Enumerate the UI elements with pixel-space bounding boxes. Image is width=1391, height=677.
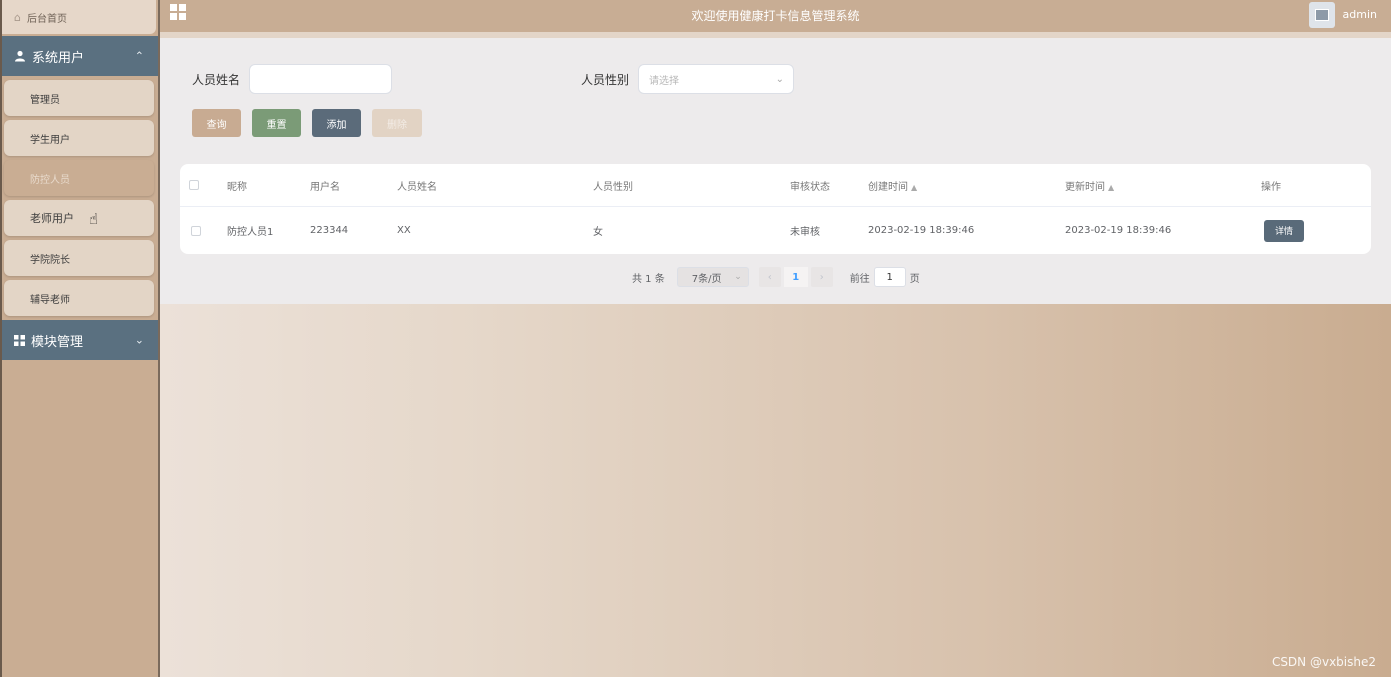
hand-cursor-icon: ☝ [89, 210, 99, 228]
sidebar-item-label: 学院院长 [30, 254, 70, 266]
goto-input[interactable]: 1 [873, 267, 906, 287]
name-label: 人员姓名 [192, 72, 241, 87]
next-page-button[interactable]: › [810, 267, 833, 287]
username[interactable]: admin [1343, 8, 1377, 21]
page-size-select[interactable]: 7条/页 ⌄ [676, 267, 749, 287]
page-size-value: 7条/页 [691, 273, 722, 285]
home-icon: ⌂ [14, 10, 21, 24]
table-row: 防控人员1 223344 XX 女 未审核 2023-02-19 18:39:4… [180, 207, 1371, 254]
gender-label: 人员性别 [581, 72, 630, 87]
pagination: 共 1 条 7条/页 ⌄ ‹ 1 › 前往 1 页 [632, 267, 920, 287]
sidebar-item-label: 管理员 [30, 94, 60, 106]
sidebar-home-label: 后台首页 [26, 13, 67, 25]
add-button[interactable]: 添加 [312, 109, 361, 137]
column-header: 昵称 [227, 181, 247, 193]
sidebar-item-counselors[interactable]: 辅导老师 [4, 280, 154, 316]
sidebar-item-label: 学生用户 [30, 134, 70, 146]
column-header: 操作 [1261, 181, 1281, 193]
sidebar-item-students[interactable]: 学生用户 [4, 120, 154, 156]
sidebar: ⌂ 后台首页 系统用户 ⌃ 管理员 学生用户 防控人员 老师用户 学院院长 辅导… [0, 0, 160, 677]
column-header-sortable[interactable]: 创建时间 ▲︎ [868, 178, 917, 193]
sidebar-item-label: 防控人员 [30, 174, 70, 186]
chevron-down-icon: ⌄ [734, 272, 742, 282]
reset-button[interactable]: 重置 [252, 109, 301, 137]
page-number[interactable]: 1 [783, 267, 808, 287]
image-icon [1315, 9, 1329, 21]
cell-name: XX [397, 225, 411, 236]
sidebar-submenu: 管理员 学生用户 防控人员 老师用户 学院院长 辅导老师 [2, 76, 158, 316]
cell-created: 2023-02-19 18:39:46 [868, 225, 975, 236]
row-checkbox[interactable] [191, 225, 201, 236]
chevron-up-icon: ⌃ [134, 49, 144, 63]
select-all-checkbox[interactable] [189, 180, 199, 190]
search-name-row: 人员姓名 [192, 64, 393, 94]
search-gender-row: 人员性别 请选择 ⌄ [581, 64, 795, 94]
sidebar-item-prevention-staff[interactable]: 防控人员 [4, 160, 154, 196]
cell-status: 未审核 [790, 227, 820, 238]
user-icon [15, 50, 25, 62]
table-header: 昵称 用户名 人员姓名 人员性别 审核状态 创建时间 ▲︎ 更新时间 ▲︎ 操作 [180, 164, 1371, 207]
page-unit: 页 [909, 273, 920, 285]
name-input[interactable] [249, 64, 393, 94]
delete-button[interactable]: 删除 [372, 109, 422, 137]
cell-nickname: 防控人员1 [227, 227, 274, 238]
column-header-label: 创建时间 [868, 181, 908, 193]
page-title: 欢迎使用健康打卡信息管理系统 [691, 9, 860, 23]
sidebar-group-modules[interactable]: 模块管理 ⌄ [2, 320, 158, 360]
gender-select[interactable]: 请选择 ⌄ [638, 64, 795, 94]
goto-page: 前往 1 页 [850, 267, 920, 287]
sidebar-group-label: 系统用户 [32, 50, 85, 66]
chevron-down-icon: ⌄ [775, 73, 785, 85]
cell-updated: 2023-02-19 18:39:46 [1065, 225, 1172, 236]
total-count: 共 1 条 [632, 273, 665, 285]
query-button[interactable]: 查询 [192, 109, 241, 137]
sidebar-item-label: 老师用户 [30, 212, 74, 225]
sidebar-group-label: 模块管理 [31, 334, 84, 350]
column-header-label: 更新时间 [1065, 181, 1105, 193]
sort-icon[interactable]: ▲︎ [1108, 183, 1114, 192]
main-panel: 人员姓名 人员性别 请选择 ⌄ 查询 重置 添加 删除 昵称 用户名 人员姓名 … [160, 38, 1391, 304]
gender-placeholder: 请选择 [649, 75, 680, 87]
sidebar-group-system-users[interactable]: 系统用户 ⌃ [2, 36, 158, 76]
sidebar-item-deans[interactable]: 学院院长 [4, 240, 154, 276]
prev-page-button[interactable]: ‹ [758, 267, 781, 287]
chevron-down-icon: ⌄ [134, 333, 144, 347]
column-header: 审核状态 [790, 181, 830, 193]
cell-username: 223344 [310, 225, 349, 236]
column-header-sortable[interactable]: 更新时间 ▲︎ [1065, 178, 1114, 193]
sidebar-item-admin[interactable]: 管理员 [4, 80, 154, 116]
column-header: 人员姓名 [397, 181, 437, 193]
sidebar-item-teachers[interactable]: 老师用户 [4, 200, 154, 236]
grid-icon [14, 334, 25, 346]
column-header: 用户名 [310, 181, 340, 193]
action-buttons: 查询 重置 添加 删除 [192, 109, 422, 137]
sidebar-item-label: 辅导老师 [30, 294, 70, 306]
sort-icon[interactable]: ▲︎ [911, 183, 917, 192]
header: 欢迎使用健康打卡信息管理系统 admin [160, 0, 1391, 38]
column-header: 人员性别 [593, 181, 633, 193]
sidebar-item-home[interactable]: ⌂ 后台首页 [2, 0, 156, 34]
goto-label: 前往 [849, 273, 870, 285]
cell-gender: 女 [593, 227, 603, 238]
avatar[interactable] [1309, 2, 1335, 28]
detail-button[interactable]: 详情 [1264, 219, 1304, 242]
watermark: CSDN @vxbishe2 [1271, 655, 1376, 669]
data-table: 昵称 用户名 人员姓名 人员性别 审核状态 创建时间 ▲︎ 更新时间 ▲︎ 操作 防… [180, 164, 1371, 254]
